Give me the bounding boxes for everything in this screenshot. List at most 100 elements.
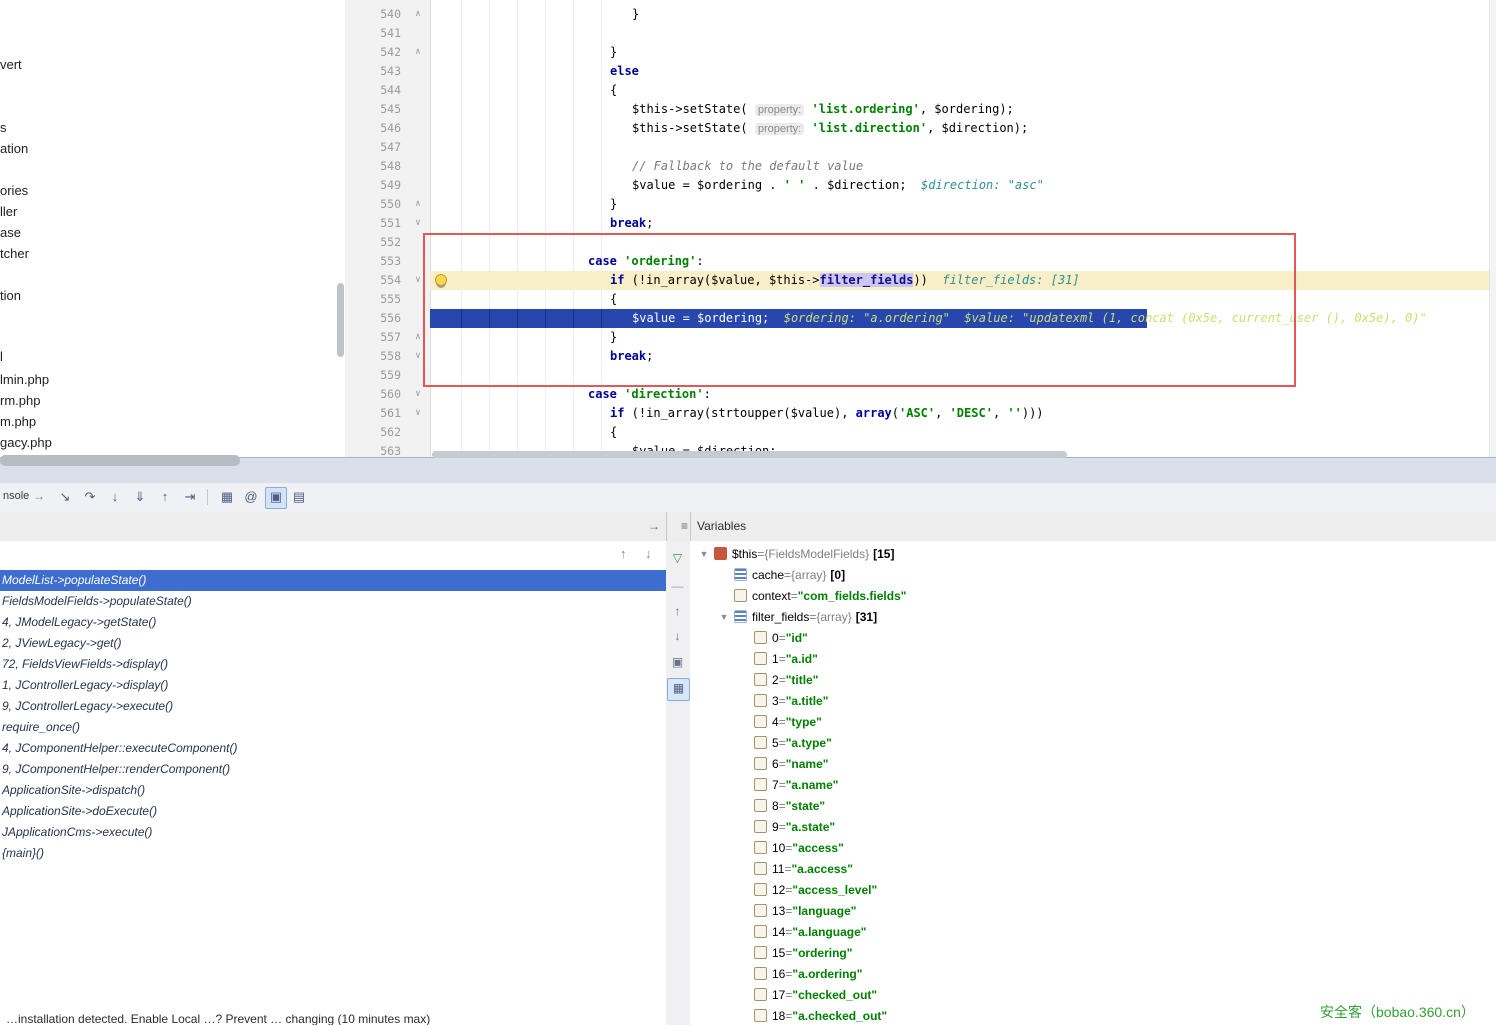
tree-item[interactable]: ation — [0, 141, 28, 156]
tree-horizontal-scrollbar[interactable] — [0, 455, 240, 466]
variable-value: "a.ordering" — [792, 967, 862, 981]
stack-frame[interactable]: 2, JViewLegacy->get() — [0, 633, 666, 654]
panel-layout-icon[interactable]: ▦ — [667, 678, 690, 701]
variable-row[interactable]: 14 = "a.language" — [690, 921, 1496, 942]
editor-horizontal-scrollbar[interactable] — [432, 451, 1067, 458]
expand-toggle-icon[interactable]: ▼ — [717, 612, 731, 622]
variable-row[interactable]: 13 = "language" — [690, 900, 1496, 921]
variable-row[interactable]: 7 = "a.name" — [690, 774, 1496, 795]
value-icon — [754, 967, 767, 980]
tree-item[interactable]: l — [0, 349, 3, 364]
equals-sign: = — [779, 673, 786, 687]
copy-frames-icon[interactable]: ▣ — [667, 652, 688, 673]
code-line-544[interactable]: { — [345, 81, 1496, 100]
code-line-561[interactable]: if (!in_array(strtoupper($value), array(… — [345, 404, 1496, 423]
variable-row[interactable]: 9 = "a.state" — [690, 816, 1496, 837]
stack-frame[interactable]: 1, JControllerLegacy->display() — [0, 675, 666, 696]
tree-item[interactable]: lmin.php — [0, 372, 49, 387]
frames-collapse-icon[interactable]: → — [648, 519, 660, 533]
panel-headers: → ≡ Variables — [0, 512, 1496, 542]
value-icon — [734, 589, 747, 602]
tree-item[interactable]: s — [0, 120, 7, 135]
variable-row[interactable]: 3 = "a.title" — [690, 690, 1496, 711]
code-line-548[interactable]: // Fallback to the default value — [345, 157, 1496, 176]
variable-value: "title" — [786, 673, 819, 687]
stack-frame[interactable]: require_once() — [0, 717, 666, 738]
editor[interactable]: 540∧}541542∧}543else544{545$this->setSta… — [345, 0, 1496, 457]
stack-frame[interactable]: 4, JComponentHelper::executeComponent() — [0, 738, 666, 759]
editor-vertical-scrollbar[interactable] — [1489, 0, 1496, 457]
tree-item[interactable]: tion — [0, 288, 21, 303]
variable-row[interactable]: ▼filter_fields = {array}[31] — [690, 606, 1496, 627]
stack-frame[interactable]: 9, JControllerLegacy->execute() — [0, 696, 666, 717]
code-line-562[interactable]: { — [345, 423, 1496, 442]
restore-layout-icon[interactable]: ▤ — [289, 487, 309, 507]
frame-up-icon[interactable]: ↑ — [667, 601, 688, 622]
code-line-550[interactable]: } — [345, 195, 1496, 214]
variable-row[interactable]: 4 = "type" — [690, 711, 1496, 732]
variable-row[interactable]: 15 = "ordering" — [690, 942, 1496, 963]
step-into-icon[interactable]: ↓ — [105, 487, 125, 507]
stack-frame[interactable]: 72, FieldsViewFields->display() — [0, 654, 666, 675]
variable-value: "a.name" — [786, 778, 839, 792]
tree-item[interactable]: gacy.php — [0, 435, 52, 450]
show-execution-point-icon[interactable]: ↘ — [55, 487, 75, 507]
stack-frame[interactable]: {main}() — [0, 843, 666, 864]
filter-frames-icon[interactable]: ▽ — [667, 548, 688, 569]
frame-down-icon[interactable]: ↓ — [667, 626, 688, 647]
variable-row[interactable]: 10 = "access" — [690, 837, 1496, 858]
stack-frame[interactable]: ModelList->populateState() — [0, 570, 666, 591]
variable-row[interactable]: ▼$this = {FieldsModelFields}[15] — [690, 543, 1496, 564]
evaluate-expression-icon[interactable]: @ — [241, 487, 261, 507]
mute-breakpoints-icon[interactable]: ▣ — [265, 487, 287, 509]
tree-item[interactable]: m.php — [0, 414, 36, 429]
stack-frame[interactable]: 4, JModelLegacy->getState() — [0, 612, 666, 633]
variables-menu-icon[interactable]: ≡ — [681, 519, 688, 533]
variables-panel: ▼$this = {FieldsModelFields}[15]cache = … — [690, 541, 1496, 1025]
step-over-icon[interactable]: ↷ — [80, 487, 100, 507]
stack-frame[interactable]: ApplicationSite->dispatch() — [0, 780, 666, 801]
code-line-540[interactable]: } — [345, 5, 1496, 24]
code-line-541[interactable] — [345, 24, 1496, 43]
variable-row[interactable]: 11 = "a.access" — [690, 858, 1496, 879]
code-line-560[interactable]: case 'direction': — [345, 385, 1496, 404]
variable-row[interactable]: context = "com_fields.fields" — [690, 585, 1496, 606]
code-line-545[interactable]: $this->setState( property: 'list.orderin… — [345, 100, 1496, 119]
variable-row[interactable]: 8 = "state" — [690, 795, 1496, 816]
code-line-543[interactable]: else — [345, 62, 1496, 81]
run-to-cursor-icon[interactable]: ⇥ — [180, 487, 200, 507]
stack-frame[interactable]: ApplicationSite->doExecute() — [0, 801, 666, 822]
value-icon — [754, 631, 767, 644]
variable-row[interactable]: cache = {array}[0] — [690, 564, 1496, 585]
tree-item[interactable]: rm.php — [0, 393, 40, 408]
code-line-546[interactable]: $this->setState( property: 'list.directi… — [345, 119, 1496, 138]
tree-item[interactable]: ase — [0, 225, 21, 240]
code-line-547[interactable] — [345, 138, 1496, 157]
expand-toggle-icon[interactable]: ▼ — [697, 549, 711, 559]
previous-frame-icon[interactable]: ↑ — [620, 546, 627, 561]
variable-row[interactable]: 2 = "title" — [690, 669, 1496, 690]
variable-name: 3 — [772, 694, 779, 708]
view-breakpoints-icon[interactable]: ▦ — [217, 487, 237, 507]
code-line-542[interactable]: } — [345, 43, 1496, 62]
tree-item[interactable]: vert — [0, 57, 22, 72]
next-frame-icon[interactable]: ↓ — [645, 546, 652, 561]
tree-item[interactable]: ories — [0, 183, 28, 198]
step-out-icon[interactable]: ↑ — [155, 487, 175, 507]
variable-row[interactable]: 16 = "a.ordering" — [690, 963, 1496, 984]
variable-row[interactable]: 5 = "a.type" — [690, 732, 1496, 753]
stack-frame[interactable]: 9, JComponentHelper::renderComponent() — [0, 759, 666, 780]
variable-row[interactable]: 0 = "id" — [690, 627, 1496, 648]
stack-frame[interactable]: FieldsModelFields->populateState() — [0, 591, 666, 612]
variable-row[interactable]: 12 = "access_level" — [690, 879, 1496, 900]
stack-frame[interactable]: JApplicationCms->execute() — [0, 822, 666, 843]
tree-item[interactable]: tcher — [0, 246, 29, 261]
code-line-549[interactable]: $value = $ordering . ' ' . $direction; $… — [345, 176, 1496, 195]
force-step-into-icon[interactable]: ⇓ — [130, 487, 150, 507]
console-tab-label[interactable]: nsole — [3, 490, 29, 502]
variable-row[interactable]: 6 = "name" — [690, 753, 1496, 774]
tree-vertical-scrollbar[interactable] — [337, 283, 344, 357]
tree-item[interactable]: ller — [0, 204, 17, 219]
variable-row[interactable]: 1 = "a.id" — [690, 648, 1496, 669]
code-line-551[interactable]: break; — [345, 214, 1496, 233]
